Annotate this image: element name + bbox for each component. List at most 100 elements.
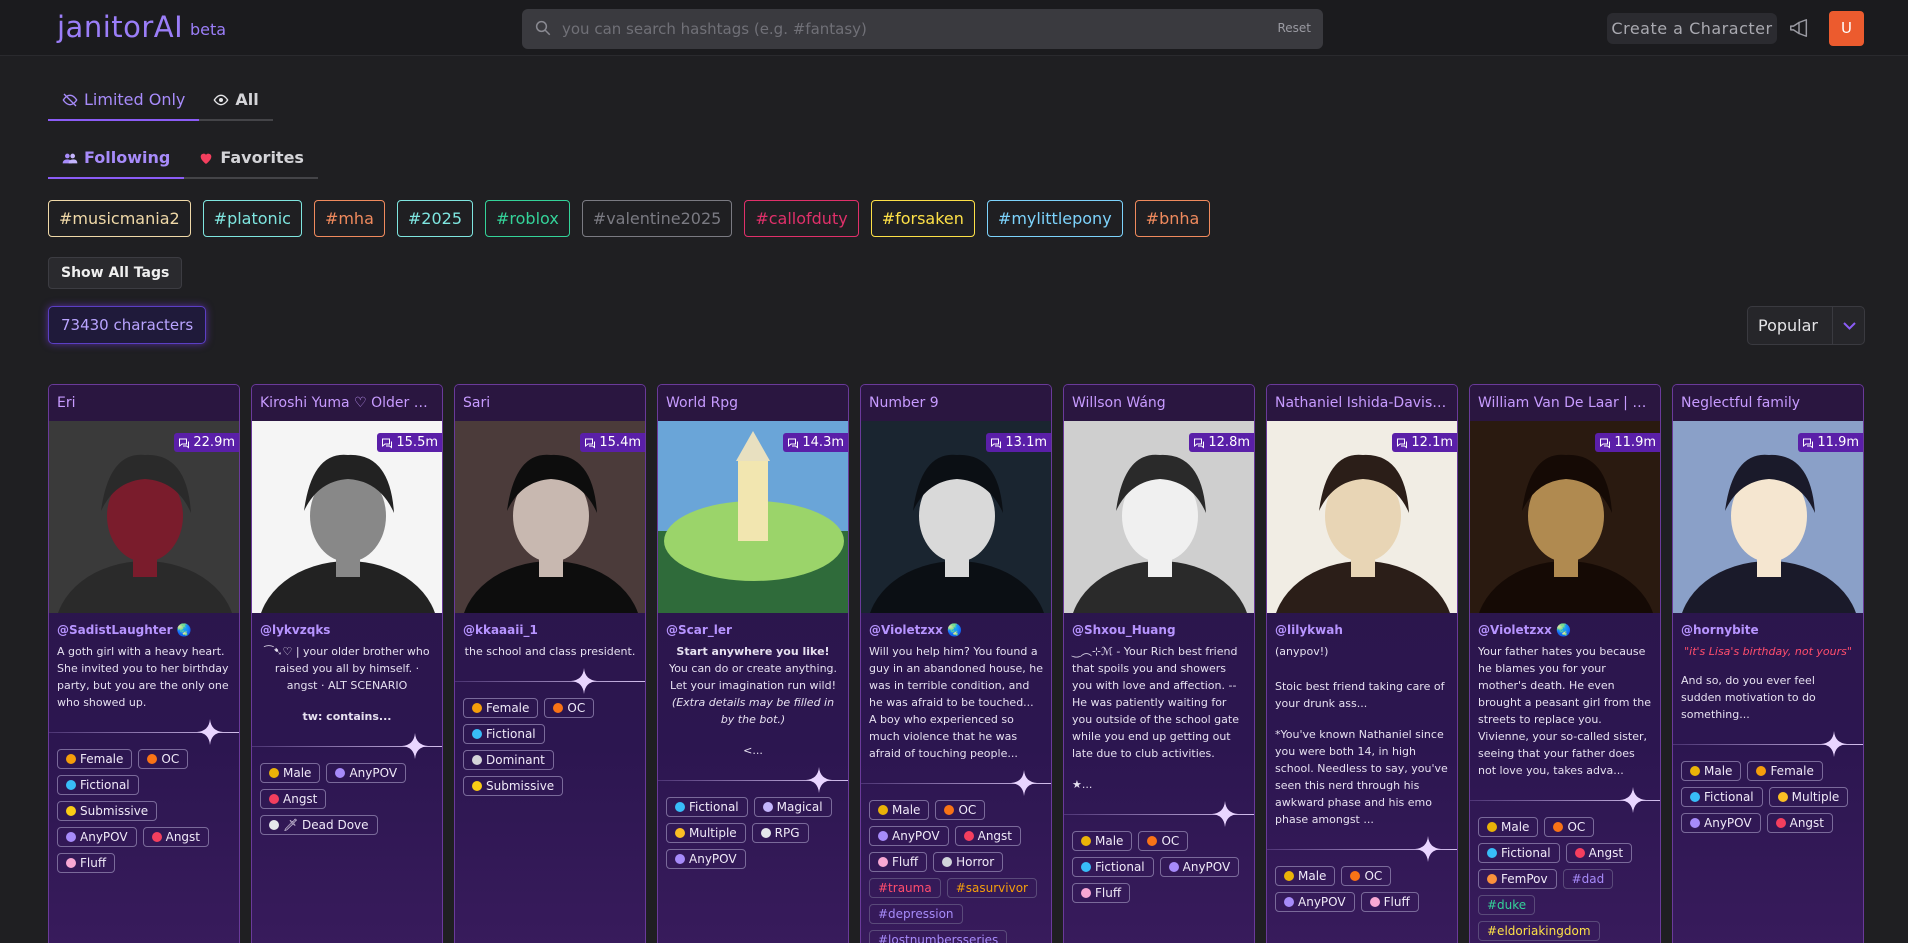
creator-link[interactable]: @Scar_ler: [658, 613, 848, 637]
tag-chip[interactable]: Male: [869, 800, 930, 820]
character-name[interactable]: Neglectful family: [1673, 385, 1863, 421]
tag-chip[interactable]: Fluff: [1360, 892, 1419, 912]
tag-chip[interactable]: Multiple: [666, 823, 746, 843]
user-avatar[interactable]: U: [1829, 11, 1864, 46]
character-image[interactable]: 11.9m: [1673, 421, 1863, 613]
tag-chip[interactable]: Angst: [1565, 843, 1633, 863]
character-card[interactable]: Willson Wáng 12.8m @Shxou_Huang ‿︵⊹ℳ - Your…: [1063, 384, 1255, 943]
character-card[interactable]: William Van De Laar | Du... 11.9m @Violetz…: [1469, 384, 1661, 943]
creator-link[interactable]: @Violetzxx 🌏: [861, 613, 1051, 637]
creator-link[interactable]: @Shxou_Huang: [1064, 613, 1254, 637]
tag-chip[interactable]: AnyPOV: [1681, 813, 1761, 833]
tag-chip[interactable]: Fictional: [463, 724, 545, 744]
tag-chip[interactable]: Fluff: [869, 852, 928, 872]
tag-chip[interactable]: Fictional: [1681, 787, 1763, 807]
character-image[interactable]: 22.9m: [49, 421, 239, 613]
tab-following[interactable]: Following: [48, 139, 185, 179]
character-image[interactable]: 15.5m: [252, 421, 442, 613]
tag-chip[interactable]: Fluff: [1072, 883, 1131, 903]
tag-chip[interactable]: OC: [1138, 831, 1189, 851]
character-name[interactable]: Eri: [49, 385, 239, 421]
tag-chip[interactable]: Fictional: [666, 797, 748, 817]
tag-chip[interactable]: Fluff: [57, 853, 116, 873]
hashtag-chip[interactable]: #bnha: [1134, 200, 1211, 237]
character-image[interactable]: 11.9m: [1470, 421, 1660, 613]
tag-chip[interactable]: AnyPOV: [1159, 857, 1240, 877]
tag-chip[interactable]: FemPov: [1478, 869, 1557, 889]
tag-chip[interactable]: Female: [463, 698, 539, 718]
character-card[interactable]: Sari 15.4m @kkaaaii_1 the school and class …: [454, 384, 646, 943]
character-name[interactable]: World Rpg: [658, 385, 848, 421]
tag-chip[interactable]: OC: [138, 749, 189, 769]
creator-link[interactable]: @Violetzxx 🌏: [1470, 613, 1660, 637]
character-card[interactable]: Neglectful family 11.9m @hornybite "it's Li…: [1672, 384, 1864, 943]
hashtag-chip[interactable]: #trauma: [869, 878, 941, 898]
character-image[interactable]: 15.4m: [455, 421, 645, 613]
hashtag-chip[interactable]: #mylittlepony: [986, 200, 1123, 237]
character-name[interactable]: Nathaniel Ishida-Davis ~...: [1267, 385, 1457, 421]
tag-chip[interactable]: OC: [935, 800, 986, 820]
tag-chip[interactable]: RPG: [751, 823, 809, 843]
tab-limited-only[interactable]: Limited Only: [48, 81, 200, 121]
creator-link[interactable]: @SadistLaughter 🌏: [49, 613, 239, 637]
tag-chip[interactable]: Fictional: [57, 775, 139, 795]
creator-link[interactable]: @hornybite: [1673, 613, 1863, 637]
logo[interactable]: janitorAI: [57, 10, 183, 44]
character-name[interactable]: Willson Wáng: [1064, 385, 1254, 421]
character-card[interactable]: Eri 22.9m @SadistLaughter 🌏 A goth girl wit…: [48, 384, 240, 943]
hashtag-chip[interactable]: #callofduty: [744, 200, 859, 237]
creator-link[interactable]: @lilykwah: [1267, 613, 1457, 637]
tag-chip[interactable]: Fictional: [1072, 857, 1154, 877]
tag-chip[interactable]: Fictional: [1478, 843, 1560, 863]
character-image[interactable]: 12.1m: [1267, 421, 1457, 613]
hashtag-chip[interactable]: #duke: [1478, 895, 1536, 915]
tag-chip[interactable]: Angst: [260, 789, 327, 809]
character-name[interactable]: Kiroshi Yuma ♡ Older bro...: [252, 385, 442, 421]
tab-all[interactable]: All: [199, 81, 273, 121]
character-card[interactable]: World Rpg 14.3m @Scar_ler Start anywhere yo…: [657, 384, 849, 943]
character-card[interactable]: Kiroshi Yuma ♡ Older bro... 15.5m @lykvzqk…: [251, 384, 443, 943]
hashtag-chip[interactable]: #roblox: [485, 200, 570, 237]
character-image[interactable]: 13.1m: [861, 421, 1051, 613]
tag-chip[interactable]: 🗡 Dead Dove: [260, 815, 378, 835]
hashtag-chip[interactable]: #depression: [869, 904, 963, 924]
creator-link[interactable]: @kkaaaii_1: [455, 613, 645, 637]
tag-chip[interactable]: Male: [1478, 817, 1539, 837]
show-all-tags-button[interactable]: Show All Tags: [48, 257, 183, 289]
character-card[interactable]: Number 9 13.1m @Violetzxx 🌏 Will you help h…: [860, 384, 1052, 943]
tag-chip[interactable]: OC: [544, 698, 595, 718]
tag-chip[interactable]: Horror: [933, 852, 1004, 872]
tag-chip[interactable]: AnyPOV: [869, 826, 949, 846]
tag-chip[interactable]: Male: [1072, 831, 1133, 851]
tag-chip[interactable]: OC: [1341, 866, 1392, 886]
hashtag-chip[interactable]: #eldoriakingdom: [1478, 921, 1600, 941]
hashtag-chip[interactable]: #forsaken: [870, 200, 975, 237]
hashtag-chip[interactable]: #lostnumbersseries: [869, 930, 1008, 943]
tag-chip[interactable]: Angst: [142, 827, 209, 847]
character-image[interactable]: 14.3m: [658, 421, 848, 613]
tag-chip[interactable]: Male: [1275, 866, 1336, 886]
sort-toggle[interactable]: [1832, 307, 1865, 344]
sort-select[interactable]: Popular: [1747, 306, 1865, 345]
hashtag-chip[interactable]: #mha: [313, 200, 385, 237]
character-card[interactable]: Nathaniel Ishida-Davis ~... 12.1m @lilykwa…: [1266, 384, 1458, 943]
tag-chip[interactable]: AnyPOV: [57, 827, 137, 847]
tag-chip[interactable]: Female: [1747, 761, 1823, 781]
tag-chip[interactable]: OC: [1544, 817, 1595, 837]
character-name[interactable]: Number 9: [861, 385, 1051, 421]
reset-button[interactable]: Reset: [1277, 21, 1311, 35]
hashtag-chip[interactable]: #dad: [1562, 869, 1614, 889]
announcement-icon[interactable]: [1788, 17, 1810, 39]
tag-chip[interactable]: Multiple: [1768, 787, 1849, 807]
character-name[interactable]: William Van De Laar | Du...: [1470, 385, 1660, 421]
tab-favorites[interactable]: Favorites: [184, 139, 318, 179]
tag-chip[interactable]: Magical: [753, 797, 832, 817]
creator-link[interactable]: @lykvzqks: [252, 613, 442, 637]
tag-chip[interactable]: Angst: [954, 826, 1021, 846]
tag-chip[interactable]: AnyPOV: [326, 763, 407, 783]
tag-chip[interactable]: AnyPOV: [1275, 892, 1355, 912]
character-image[interactable]: 12.8m: [1064, 421, 1254, 613]
hashtag-chip[interactable]: #platonic: [202, 200, 302, 237]
hashtag-chip[interactable]: #sasurvivor: [946, 878, 1037, 898]
hashtag-chip[interactable]: #valentine2025: [581, 200, 733, 237]
